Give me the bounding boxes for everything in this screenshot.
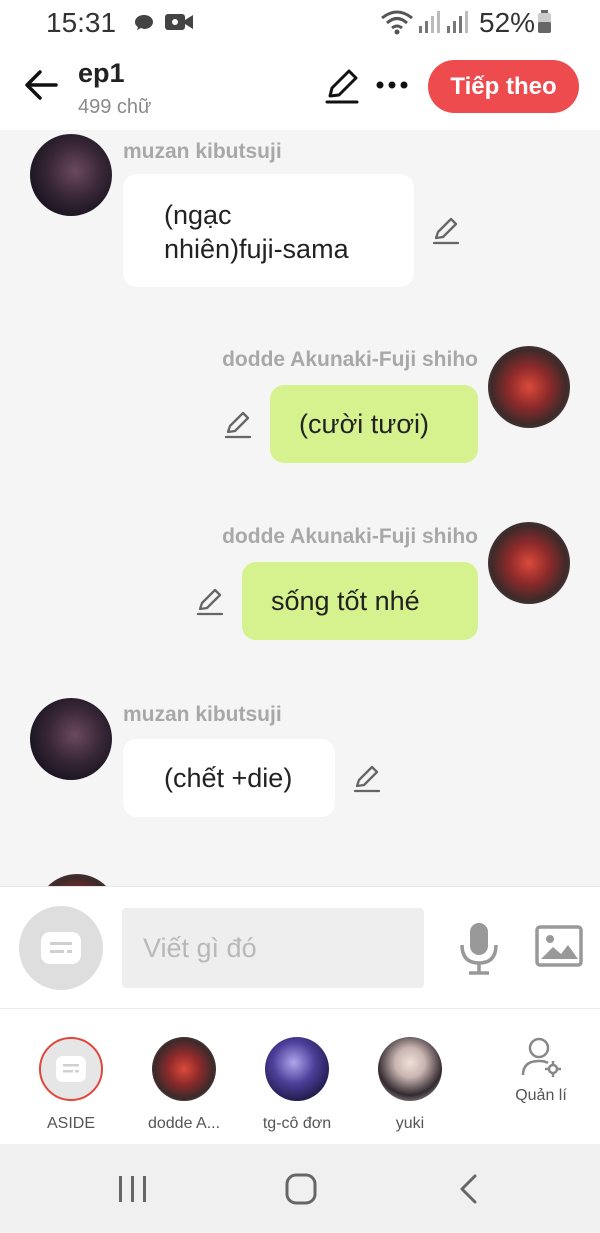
message-input[interactable]: Viết gì đó [122, 908, 424, 988]
avatar-shiho[interactable] [488, 522, 570, 604]
character-label: yuki [395, 1115, 425, 1132]
pencil-icon[interactable] [351, 762, 383, 794]
character-tg[interactable]: tg-cô đơn [247, 1037, 347, 1133]
message-text-line: (ngạc [164, 200, 232, 230]
sender-name: muzan kibutsuji [123, 703, 282, 726]
pencil-icon[interactable] [430, 214, 462, 246]
aside-toggle-button[interactable] [19, 906, 103, 990]
avatar-partial [36, 874, 118, 886]
chat-area: muzan kibutsuji (ngạc nhiên)fuji-sama do… [0, 130, 600, 886]
character-label: Quản lí [515, 1087, 567, 1104]
character-avatar [265, 1037, 329, 1101]
aside-avatar [39, 1037, 103, 1101]
signal-icon [419, 11, 440, 33]
character-label: dodde A... [147, 1115, 221, 1132]
aside-note-icon [41, 932, 81, 964]
status-bar: 15:31 52% [0, 0, 600, 48]
pencil-icon[interactable] [322, 66, 362, 106]
character-dodde[interactable]: dodde A... [134, 1037, 234, 1133]
home-icon[interactable] [284, 1172, 318, 1206]
status-time: 15:31 [46, 7, 117, 38]
character-yuki[interactable]: yuki [360, 1037, 460, 1133]
page-title: ep1 [78, 58, 125, 88]
message-bubble[interactable]: sống tốt nhé [242, 562, 478, 640]
battery-icon [538, 10, 551, 33]
character-label: tg-cô đơn [262, 1115, 332, 1132]
message-bubble[interactable]: (ngạc nhiên)fuji-sama [123, 174, 414, 287]
top-app-bar: ep1 499 chữ Tiếp theo [0, 48, 600, 130]
character-aside[interactable]: ASIDE [21, 1037, 121, 1133]
image-icon[interactable] [535, 925, 583, 967]
sender-name: dodde Akunaki-Fuji shiho [222, 348, 478, 371]
wifi-icon [381, 10, 413, 35]
signal-icon [447, 11, 468, 33]
manage-characters-button[interactable]: Quản lí [491, 1035, 591, 1105]
user-settings-icon [521, 1037, 561, 1077]
message-bubble[interactable]: (cười tươi) [270, 385, 478, 463]
video-icon [165, 14, 193, 30]
avatar-muzan[interactable] [30, 698, 112, 780]
pencil-icon[interactable] [194, 585, 226, 617]
sender-name: dodde Akunaki-Fuji shiho [222, 525, 478, 548]
message-text-line: nhiên)fuji-sama [164, 234, 349, 264]
character-avatar [152, 1037, 216, 1101]
sender-name: muzan kibutsuji [123, 140, 282, 163]
app-screen: 15:31 52% ep1 499 chữ Tiếp theo muzan ki… [0, 0, 600, 1233]
message-bubble[interactable]: (chết +die) [123, 739, 335, 817]
pencil-icon[interactable] [222, 408, 254, 440]
battery-percent: 52% [479, 7, 536, 38]
chat-bubble-icon [135, 15, 153, 30]
avatar-shiho[interactable] [488, 346, 570, 428]
microphone-icon[interactable] [457, 921, 501, 975]
character-avatar [378, 1037, 442, 1101]
avatar-muzan[interactable] [30, 134, 112, 216]
nav-back-icon[interactable] [455, 1172, 483, 1206]
more-options-icon[interactable] [372, 70, 412, 100]
character-bar: ASIDE dodde A... tg-cô đơn yuki Quản lí [0, 1008, 600, 1144]
next-button[interactable]: Tiếp theo [428, 60, 579, 113]
aside-note-icon [56, 1056, 86, 1082]
recent-apps-icon[interactable] [116, 1174, 150, 1204]
system-nav-bar [0, 1144, 600, 1233]
character-label: ASIDE [46, 1115, 95, 1132]
message-composer: Viết gì đó [0, 886, 600, 1008]
back-arrow-icon[interactable] [20, 64, 62, 106]
word-count: 499 chữ [78, 96, 152, 118]
